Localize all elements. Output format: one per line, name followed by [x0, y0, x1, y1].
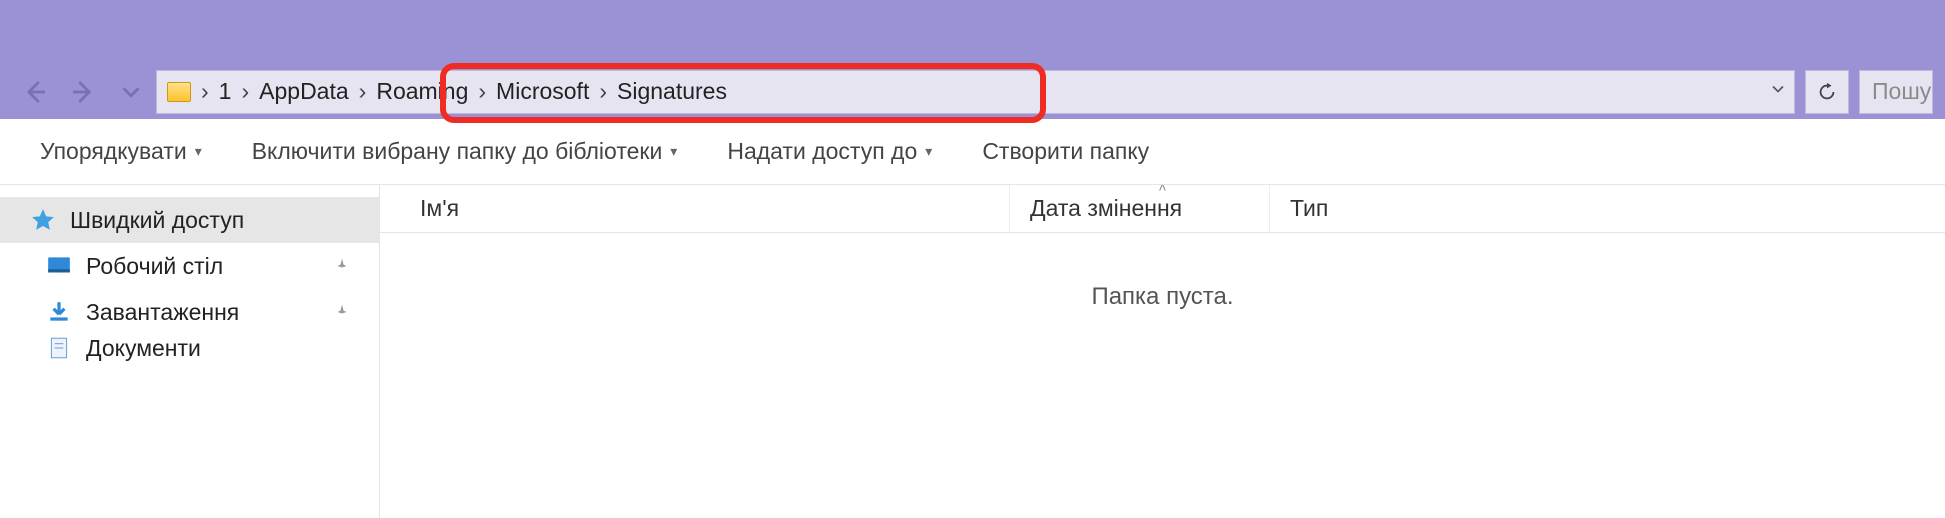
- file-list-pane: ˄ Ім'я Дата змінення Тип Папка пуста.: [380, 185, 1945, 518]
- sort-indicator-icon: ˄: [1158, 185, 1166, 195]
- command-bar: Упорядкувати ▾ Включити вибрану папку до…: [0, 119, 1945, 185]
- breadcrumb-item[interactable]: Microsoft: [496, 78, 589, 105]
- new-folder-label: Створити папку: [982, 138, 1149, 164]
- downloads-label: Завантаження: [86, 299, 239, 326]
- column-date-label: Дата змінення: [1030, 195, 1182, 222]
- share-menu[interactable]: Надати доступ до ▾: [727, 138, 932, 165]
- breadcrumb-root[interactable]: 1: [219, 78, 232, 105]
- address-bar[interactable]: › 1 › AppData › Roaming › Microsoft › Si…: [156, 70, 1795, 114]
- breadcrumb-item[interactable]: AppData: [259, 78, 349, 105]
- breadcrumb-item[interactable]: Signatures: [617, 78, 727, 105]
- column-type-label: Тип: [1290, 195, 1328, 222]
- column-headers: ˄ Ім'я Дата змінення Тип: [380, 185, 1945, 233]
- caret-down-icon: ▾: [195, 143, 202, 160]
- documents-item[interactable]: Документи: [0, 335, 379, 361]
- refresh-button[interactable]: [1805, 70, 1849, 114]
- downloads-item[interactable]: Завантаження: [0, 289, 379, 335]
- nav-arrows: [20, 77, 146, 107]
- explorer-window: Упорядкувати ▾ Включити вибрану папку до…: [0, 119, 1945, 518]
- organize-menu[interactable]: Упорядкувати ▾: [40, 138, 202, 165]
- caret-down-icon: ▾: [925, 143, 932, 160]
- column-name-label: Ім'я: [420, 195, 459, 222]
- breadcrumb-item[interactable]: Roaming: [376, 78, 468, 105]
- desktop-label: Робочий стіл: [86, 253, 223, 280]
- documents-label: Документи: [86, 335, 201, 361]
- column-header-type[interactable]: Тип: [1270, 185, 1945, 232]
- address-row: › 1 › AppData › Roaming › Microsoft › Si…: [0, 64, 1945, 119]
- navigation-pane: Швидкий доступ Робочий стіл Завантаження: [0, 185, 380, 518]
- download-icon: [46, 299, 72, 325]
- pin-icon: [333, 257, 351, 275]
- organize-label: Упорядкувати: [40, 138, 187, 165]
- search-input[interactable]: Пошу: [1859, 70, 1933, 114]
- empty-folder-message: Папка пуста.: [380, 283, 1945, 311]
- document-icon: [46, 335, 72, 361]
- chevron-right-icon: ›: [201, 78, 209, 105]
- titlebar-region: [0, 0, 1945, 64]
- new-folder-button[interactable]: Створити папку: [982, 138, 1149, 165]
- include-lib-label: Включити вибрану папку до бібліотеки: [252, 138, 663, 165]
- chevron-right-icon: ›: [241, 78, 249, 105]
- caret-down-icon: ▾: [670, 143, 677, 160]
- share-label: Надати доступ до: [727, 138, 917, 165]
- content-area: Швидкий доступ Робочий стіл Завантаження: [0, 185, 1945, 518]
- include-in-library-menu[interactable]: Включити вибрану папку до бібліотеки ▾: [252, 138, 678, 165]
- folder-icon: [167, 82, 191, 102]
- desktop-icon: [46, 253, 72, 279]
- column-header-name[interactable]: Ім'я: [380, 185, 1010, 232]
- quick-access-item[interactable]: Швидкий доступ: [0, 197, 379, 243]
- forward-button[interactable]: [68, 77, 98, 107]
- chevron-right-icon: ›: [599, 78, 607, 105]
- pin-icon: [333, 303, 351, 321]
- back-button[interactable]: [20, 77, 50, 107]
- address-dropdown-button[interactable]: [1768, 78, 1788, 105]
- chevron-right-icon: ›: [359, 78, 367, 105]
- desktop-item[interactable]: Робочий стіл: [0, 243, 379, 289]
- star-icon: [30, 207, 56, 233]
- column-header-date[interactable]: Дата змінення: [1010, 185, 1270, 232]
- quick-access-label: Швидкий доступ: [70, 207, 244, 234]
- search-placeholder: Пошу: [1872, 78, 1931, 105]
- chevron-right-icon: ›: [478, 78, 486, 105]
- recent-locations-dropdown[interactable]: [116, 77, 146, 107]
